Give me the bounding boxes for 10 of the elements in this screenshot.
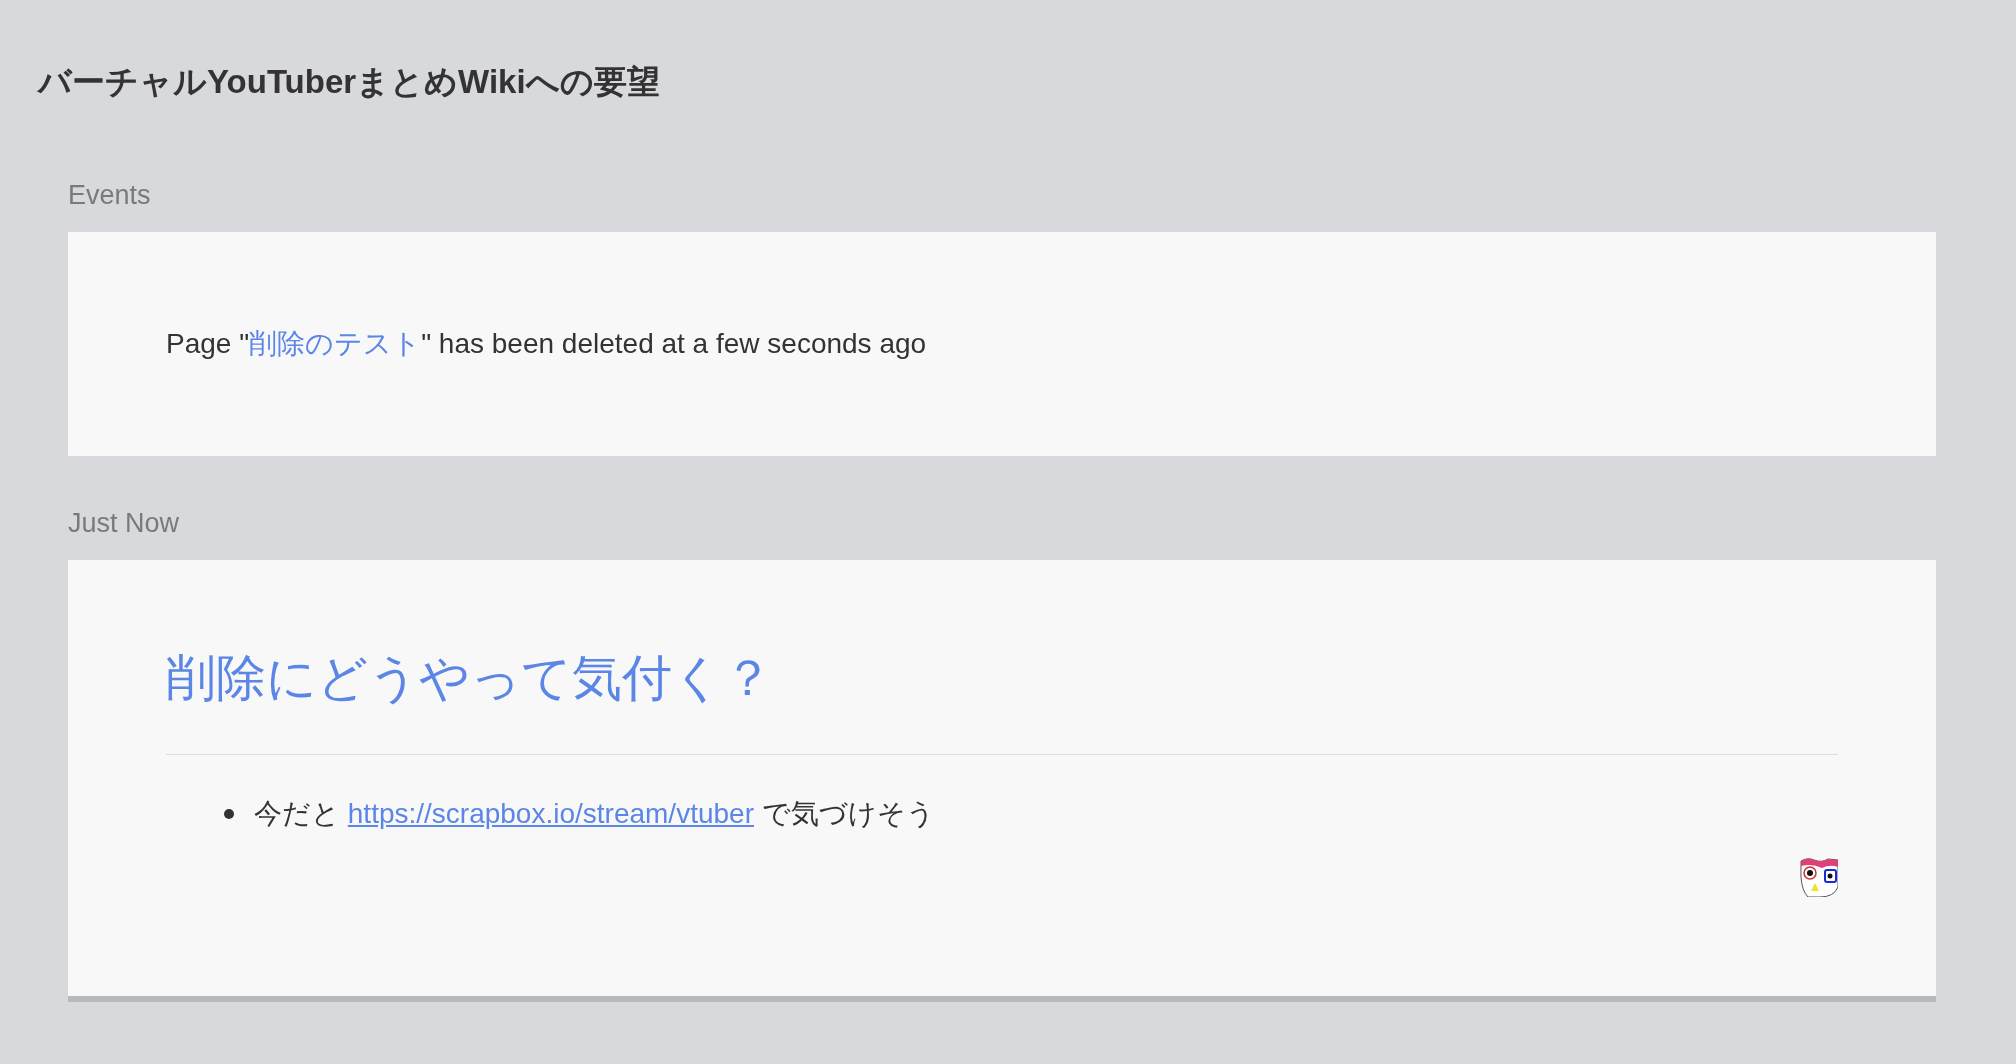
section-heading: Events	[68, 179, 152, 212]
project-title: バーチャルYouTuberまとめWikiへの要望	[38, 62, 661, 102]
page-title-link[interactable]: 削除にどうやって気付く？	[166, 646, 1838, 710]
bullet-icon	[224, 809, 234, 819]
bullet-text: 今だと https://scrapbox.io/stream/vtuber で気づけそう	[254, 797, 935, 831]
user-avatar-icon	[1800, 857, 1838, 897]
section-heading: Just Now	[68, 507, 181, 540]
event-message: Page "削除のテスト" has been deleted at a few seconds ago	[166, 327, 927, 361]
page-link[interactable]: 削除のテスト	[249, 328, 422, 359]
url-link[interactable]: https://scrapbox.io/stream/vtuber	[347, 798, 754, 829]
